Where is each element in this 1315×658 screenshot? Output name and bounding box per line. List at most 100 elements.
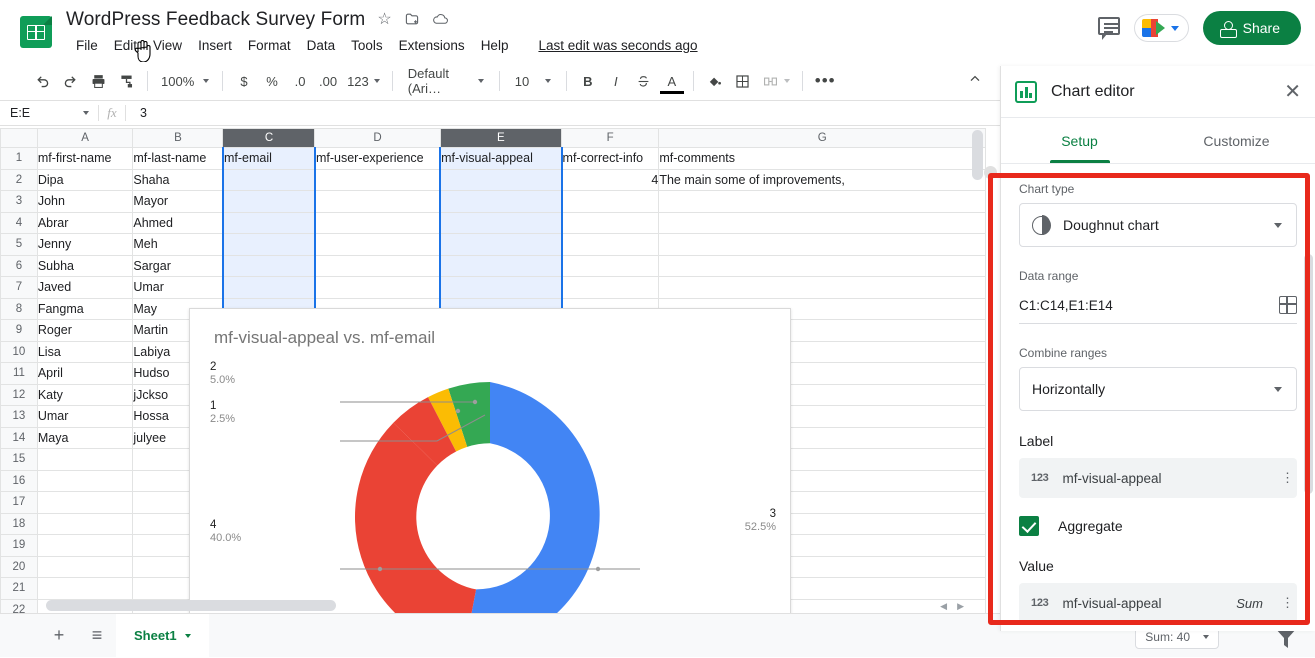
cell-c6[interactable] [221,254,316,277]
row-header-12[interactable]: 12 [0,383,38,406]
row-header-6[interactable]: 6 [0,254,38,277]
cell-a21[interactable] [36,577,134,600]
cell-b2[interactable]: Shaha [132,168,224,191]
move-to-folder-icon[interactable] [404,11,420,30]
cell-a7[interactable]: Javed [36,276,134,299]
row-header-16[interactable]: 16 [0,469,38,492]
increase-decimal-button[interactable]: .00 [314,67,342,95]
star-icon[interactable]: ☆ [377,12,391,28]
cell-f6[interactable] [561,254,660,277]
sheet-tab-sheet1[interactable]: Sheet1 [116,613,209,658]
cell-a20[interactable] [36,555,134,578]
horizontal-scrollbar[interactable] [46,600,336,611]
cell-a2[interactable]: Dipa [36,168,134,191]
col-header-c[interactable]: C [222,128,316,148]
cell-d6[interactable] [314,254,441,277]
cell-a16[interactable] [36,469,134,492]
cell-e3[interactable] [439,190,563,213]
cell-g5[interactable] [658,233,986,256]
row-header-18[interactable]: 18 [0,512,38,535]
panel-scrollbar[interactable] [1304,254,1313,494]
strikethrough-button[interactable] [630,67,658,95]
cell-c7[interactable] [221,276,316,299]
name-box[interactable]: E:E [0,106,98,120]
row-header-20[interactable]: 20 [0,555,38,578]
merge-cells-button[interactable] [757,67,795,95]
decrease-decimal-button[interactable]: .0 [286,67,314,95]
cell-b7[interactable]: Umar [132,276,224,299]
row-header-10[interactable]: 10 [0,340,38,363]
cell-f1[interactable]: mf-correct-info [561,147,660,170]
cell-e7[interactable] [439,276,563,299]
add-sheet-button[interactable]: + [40,625,78,646]
cell-a6[interactable]: Subha [36,254,134,277]
cell-c1[interactable]: mf-email [221,147,316,170]
zoom-selector[interactable]: 100% [155,67,215,95]
cell-d5[interactable] [314,233,441,256]
cell-g7[interactable] [658,276,986,299]
cell-f2[interactable]: 4 [561,168,660,191]
col-header-f[interactable]: F [561,128,660,148]
formula-input[interactable]: 3 [126,106,147,120]
print-button[interactable] [84,67,112,95]
cell-e2[interactable] [439,168,563,191]
google-meet-button[interactable] [1133,14,1189,42]
row-header-1[interactable]: 1 [0,147,38,170]
all-sheets-button[interactable]: ≡ [78,625,116,646]
row-header-2[interactable]: 2 [0,168,38,191]
aggregate-checkbox[interactable] [1019,516,1039,536]
menu-format[interactable]: Format [240,36,299,55]
cell-e4[interactable] [439,211,563,234]
cell-b1[interactable]: mf-last-name [132,147,224,170]
scroll-right-icon[interactable]: ▶ [957,601,964,612]
vertical-scrollbar[interactable] [972,130,983,180]
cell-f5[interactable] [561,233,660,256]
cell-f4[interactable] [561,211,660,234]
font-size-selector[interactable]: 10 [507,67,559,95]
share-button[interactable]: Share [1202,11,1301,45]
cell-d7[interactable] [314,276,441,299]
menu-tools[interactable]: Tools [343,36,391,55]
comment-history-icon[interactable] [1097,17,1120,40]
cell-g6[interactable] [658,254,986,277]
cell-a15[interactable] [36,448,134,471]
row-header-15[interactable]: 15 [0,448,38,471]
cell-a12[interactable]: Katy [36,383,134,406]
spreadsheet-grid[interactable]: A B C D E F G 1 mf-first-name mf-last-na… [0,128,986,613]
cell-a18[interactable] [36,512,134,535]
menu-edit[interactable]: Edit [106,36,145,55]
font-selector[interactable]: Default (Ari… [400,66,492,96]
cell-a1[interactable]: mf-first-name [36,147,134,170]
collapse-toolbar-button[interactable] [967,71,983,90]
menu-help[interactable]: Help [473,36,517,55]
cell-e1[interactable]: mf-visual-appeal [439,147,563,170]
row-header-21[interactable]: 21 [0,577,38,600]
cell-a8[interactable]: Fangma [36,297,134,320]
paint-format-button[interactable] [112,67,140,95]
value-field-chip[interactable]: 123 mf-visual-appeal Sum ⋮ [1019,583,1297,623]
select-all-corner[interactable] [0,128,38,148]
format-currency-button[interactable]: $ [230,67,258,95]
more-toolbar-button[interactable]: ••• [810,67,841,95]
row-header-5[interactable]: 5 [0,233,38,256]
cell-a10[interactable]: Lisa [36,340,134,363]
cell-d3[interactable] [314,190,441,213]
cell-c3[interactable] [221,190,316,213]
menu-data[interactable]: Data [299,36,344,55]
text-color-button[interactable]: A [658,67,686,95]
cell-a11[interactable]: April [36,362,134,385]
last-edit-status[interactable]: Last edit was seconds ago [530,36,705,55]
redo-button[interactable] [56,67,84,95]
scroll-left-icon[interactable]: ◀ [940,601,947,612]
cell-a13[interactable]: Umar [36,405,134,428]
cell-a19[interactable] [36,534,134,557]
chart-object[interactable]: mf-visual-appeal vs. mf-email 2 5.0% 1 2… [189,308,791,613]
row-header-7[interactable]: 7 [0,276,38,299]
col-header-e[interactable]: E [439,128,563,148]
row-header-11[interactable]: 11 [0,362,38,385]
cell-c4[interactable] [221,211,316,234]
borders-button[interactable] [729,67,757,95]
aggregate-row[interactable]: Aggregate [1019,516,1297,536]
row-header-14[interactable]: 14 [0,426,38,449]
fill-color-button[interactable] [701,67,729,95]
